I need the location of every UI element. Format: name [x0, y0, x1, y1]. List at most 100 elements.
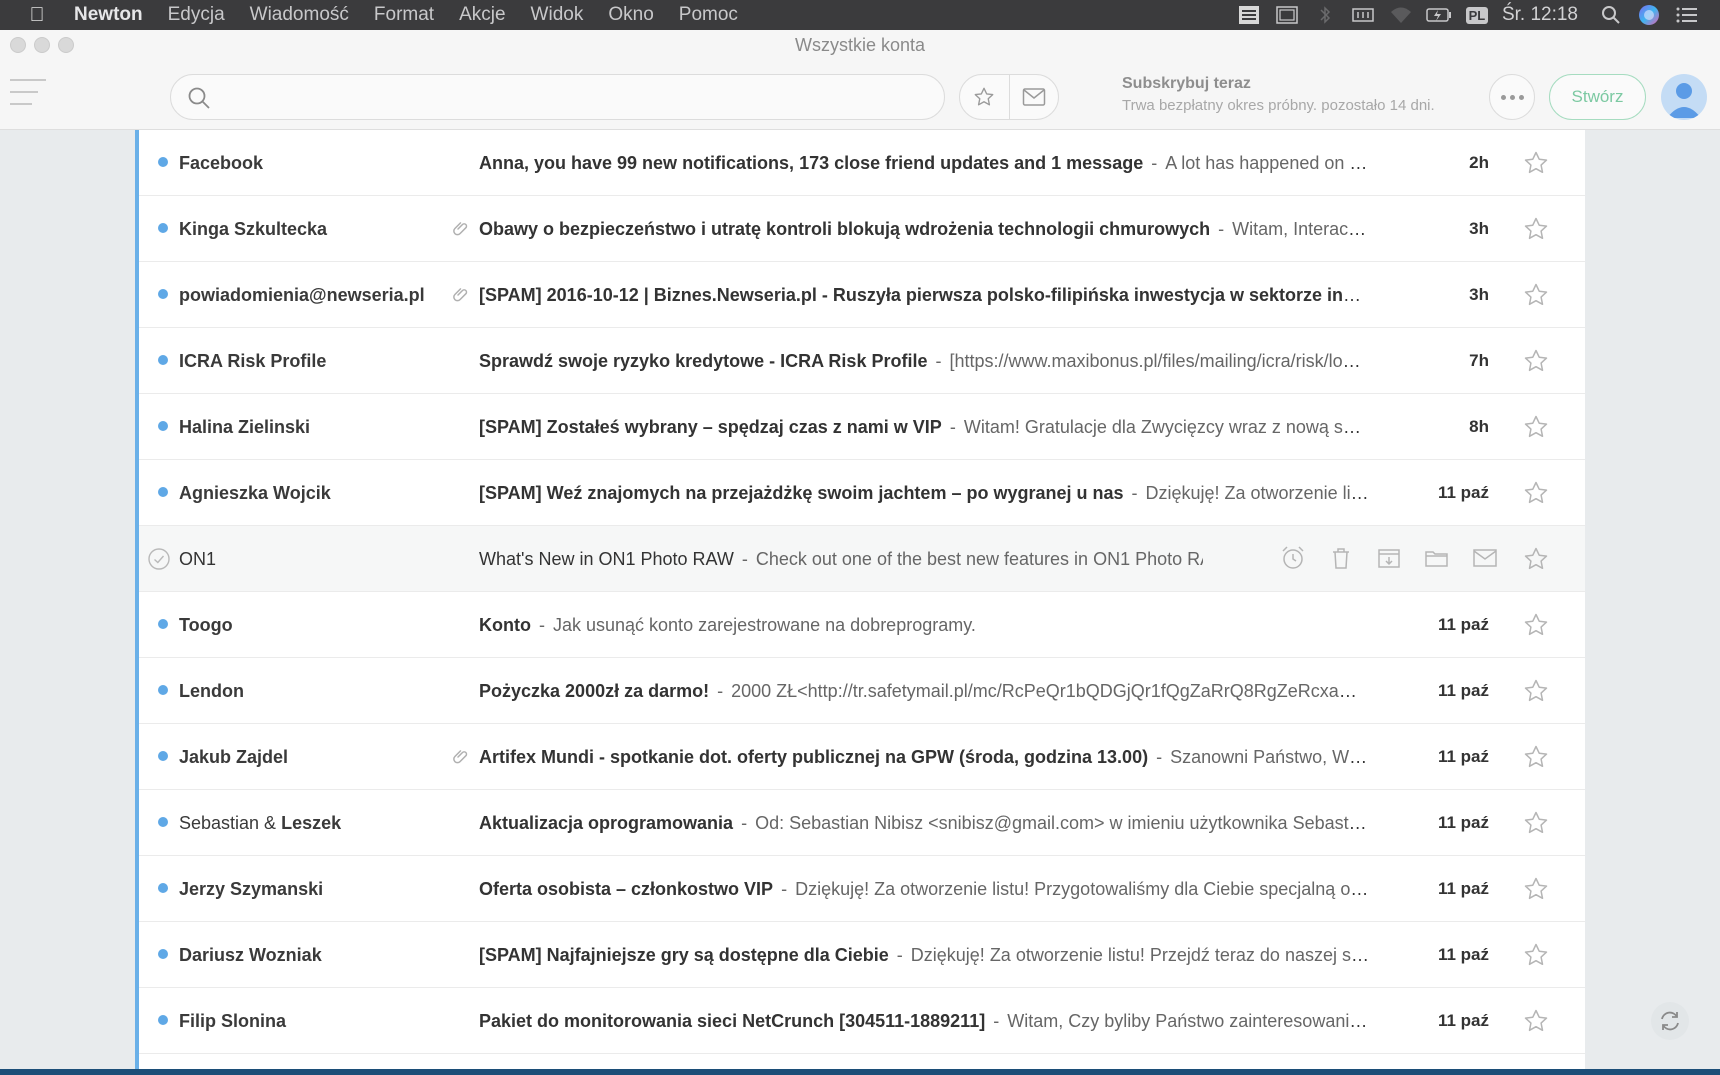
email-row[interactable]: Dariusz Wozniak [SPAM] Najfajniejsze gry …: [139, 922, 1585, 988]
email-row[interactable]: Toogo Konto - Jak usunąć konto zarejestrowa…: [139, 592, 1585, 658]
star-icon[interactable]: [1523, 480, 1549, 506]
star-icon[interactable]: [1523, 546, 1549, 572]
email-preview: Witam, Interactive...: [1232, 219, 1369, 239]
email-sender: Kinga Szkultecka: [179, 219, 328, 239]
email-row[interactable]: Facebook Anna, you have 99 new notificati…: [139, 130, 1585, 196]
email-date: 11 paź: [1437, 615, 1489, 634]
star-icon[interactable]: [1523, 810, 1549, 836]
unread-dot-icon[interactable]: [158, 1015, 168, 1025]
siri-icon[interactable]: [1630, 0, 1668, 30]
menu-format[interactable]: Format: [374, 4, 434, 26]
email-row[interactable]: Agnieszka Wojcik [SPAM] Weź znajomych na …: [139, 460, 1585, 526]
email-row[interactable]: Sebastian & Leszek Aktualizacja oprogramo…: [139, 790, 1585, 856]
menu-clock[interactable]: Śr. 12:18: [1502, 4, 1578, 26]
unread-dot-icon[interactable]: [158, 685, 168, 695]
star-icon[interactable]: [1523, 876, 1549, 902]
email-subject: [SPAM] Najfajniejsze gry są dostępne dla…: [479, 945, 889, 965]
input-language-icon[interactable]: PL: [1458, 0, 1496, 30]
move-to-folder-button[interactable]: [1423, 544, 1451, 572]
star-icon[interactable]: [1523, 744, 1549, 770]
email-sender: powiadomienia@newseria.pl: [179, 285, 425, 305]
unread-dot-icon[interactable]: [158, 289, 168, 299]
more-options-button[interactable]: [1489, 74, 1535, 120]
apple-menu-icon[interactable]: : [0, 4, 74, 27]
mark-read-button[interactable]: [1471, 544, 1499, 572]
star-icon[interactable]: [1523, 612, 1549, 638]
email-date: 11 paź: [1437, 747, 1489, 766]
email-preview: Dziękuję! Za otworzenie listu! Przygotow…: [795, 879, 1369, 899]
sidebar-menu-icon[interactable]: [10, 79, 46, 105]
wifi-icon[interactable]: [1382, 0, 1420, 30]
window-status-icon[interactable]: [1268, 0, 1306, 30]
separator: -: [1131, 483, 1138, 503]
star-icon[interactable]: [1523, 282, 1549, 308]
menu-view[interactable]: Widok: [531, 4, 584, 26]
unread-filter-button[interactable]: [1010, 75, 1059, 119]
compose-button[interactable]: Stwórz: [1549, 74, 1646, 120]
email-sender: Jakub Zajdel: [179, 747, 289, 767]
star-icon[interactable]: [1523, 942, 1549, 968]
unread-dot-icon[interactable]: [158, 355, 168, 365]
email-row[interactable]: Filip Slonina Pakiet do monitorowania sie…: [139, 988, 1585, 1054]
delete-button[interactable]: [1327, 544, 1355, 572]
menu-message[interactable]: Wiadomość: [250, 4, 349, 26]
star-icon[interactable]: [1523, 414, 1549, 440]
minimize-window-button[interactable]: [34, 37, 50, 53]
email-row[interactable]: powiadomienia@newseria.pl [SPAM] 2016-10-…: [139, 262, 1585, 328]
unread-dot-icon[interactable]: [158, 223, 168, 233]
bluetooth-icon[interactable]: [1306, 0, 1344, 30]
star-icon[interactable]: [1523, 678, 1549, 704]
unread-dot-icon[interactable]: [158, 751, 168, 761]
spotlight-search-icon[interactable]: [1592, 0, 1630, 30]
menu-edit[interactable]: Edycja: [168, 4, 225, 26]
mail-window: Wszystkie konta Subskrybuj teraz Trwa be…: [0, 30, 1720, 1075]
menu-app-newton[interactable]: Newton: [74, 4, 143, 26]
subscribe-banner[interactable]: Subskrybuj teraz Trwa bezpłatny okres pr…: [1122, 75, 1435, 114]
notification-center-icon[interactable]: [1668, 0, 1706, 30]
email-row[interactable]: ICRA Risk Profile Sprawdź swoje ryzyko kr…: [139, 328, 1585, 394]
email-subject: Anna, you have 99 new notifications, 173…: [479, 153, 1144, 173]
email-sender: Facebook: [179, 153, 264, 173]
snooze-button[interactable]: [1279, 544, 1307, 572]
avatar[interactable]: [1661, 74, 1707, 120]
email-row[interactable]: Halina Zielinski [SPAM] Zostałeś wybrany …: [139, 394, 1585, 460]
separator: -: [949, 417, 956, 437]
email-sender: Agnieszka Wojcik: [179, 483, 331, 503]
subscribe-title: Subskrybuj teraz: [1122, 75, 1251, 92]
unread-dot-icon[interactable]: [158, 157, 168, 167]
sync-button[interactable]: [1651, 1002, 1689, 1040]
email-content: [SPAM] 2016-10-12 | Biznes.Newseria.pl -…: [479, 262, 1369, 328]
starred-filter-button[interactable]: [960, 75, 1010, 119]
email-row[interactable]: Lendon Pożyczka 2000zł za darmo! -2000 ZŁ<…: [139, 658, 1585, 724]
dock-edge: [0, 1069, 1720, 1075]
unread-dot-icon[interactable]: [158, 883, 168, 893]
menu-window[interactable]: Okno: [608, 4, 653, 26]
unread-dot-icon[interactable]: [158, 619, 168, 629]
select-checkbox[interactable]: [148, 548, 170, 570]
star-icon[interactable]: [1523, 1008, 1549, 1034]
menu-actions[interactable]: Akcje: [459, 4, 505, 26]
battery-icon[interactable]: [1420, 0, 1458, 30]
zoom-window-button[interactable]: [58, 37, 74, 53]
search-box[interactable]: [170, 74, 945, 120]
list-view-status-icon[interactable]: [1230, 0, 1268, 30]
unread-dot-icon[interactable]: [158, 949, 168, 959]
archive-button[interactable]: [1375, 544, 1403, 572]
email-row[interactable]: Jakub Zajdel Artifex Mundi - spotkanie do…: [139, 724, 1585, 790]
email-sender: Sebastian & Leszek: [179, 813, 342, 833]
star-icon[interactable]: [1523, 348, 1549, 374]
menu-help[interactable]: Pomoc: [679, 4, 738, 26]
star-icon[interactable]: [1523, 216, 1549, 242]
unread-dot-icon[interactable]: [158, 487, 168, 497]
email-sender: Lendon: [179, 681, 244, 701]
unread-dot-icon[interactable]: [158, 421, 168, 431]
search-input[interactable]: [171, 75, 944, 119]
email-preview: [https://www.maxibonus.pl/files/mailing/…: [949, 351, 1369, 371]
email-row[interactable]: Jerzy Szymanski Oferta osobista – członko…: [139, 856, 1585, 922]
unread-dot-icon[interactable]: [158, 817, 168, 827]
email-row[interactable]: Kinga Szkultecka Obawy o bezpieczeństwo i…: [139, 196, 1585, 262]
star-icon[interactable]: [1523, 150, 1549, 176]
memory-icon[interactable]: [1344, 0, 1382, 30]
email-row[interactable]: ON1 What's New in ON1 Photo RAW - Check out…: [139, 526, 1585, 592]
close-window-button[interactable]: [10, 37, 26, 53]
